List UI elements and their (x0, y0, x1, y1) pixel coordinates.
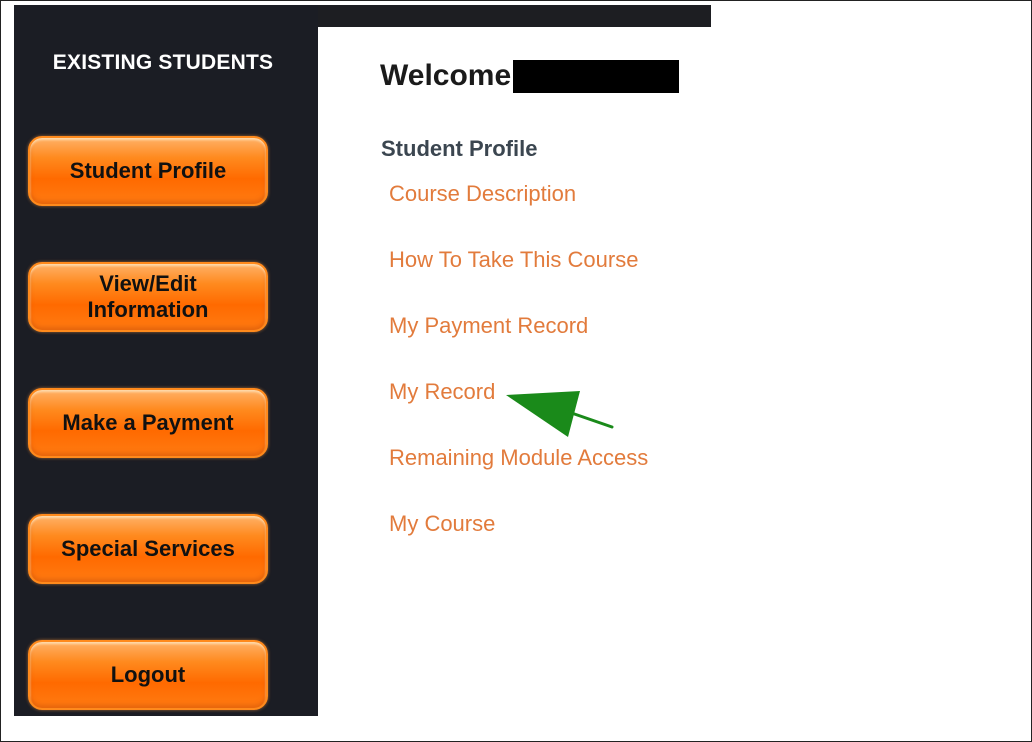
special-services-button-label: Special Services (61, 536, 235, 561)
sidebar: EXISTING STUDENTS Student Profile View/E… (14, 5, 318, 716)
list-item: My Course (389, 511, 648, 577)
welcome-heading: Welcome (380, 59, 512, 92)
view-edit-information-button[interactable]: View/Edit Information (28, 262, 268, 332)
special-services-button[interactable]: Special Services (28, 514, 268, 584)
redacted-name-block (513, 59, 680, 93)
section-title: Student Profile (381, 136, 538, 161)
how-to-take-this-course-link[interactable]: How To Take This Course (389, 247, 638, 272)
make-a-payment-button[interactable]: Make a Payment (28, 388, 268, 458)
student-profile-button[interactable]: Student Profile (28, 136, 268, 206)
view-edit-information-button-label: View/Edit Information (87, 271, 209, 322)
list-item: Remaining Module Access (389, 445, 648, 511)
profile-links-list: Course Description How To Take This Cour… (389, 181, 648, 577)
main-content: Welcome Student Profile Course Descripti… (318, 27, 711, 716)
list-item: My Payment Record (389, 313, 648, 379)
make-a-payment-button-label: Make a Payment (62, 410, 234, 435)
remaining-module-access-link[interactable]: Remaining Module Access (389, 445, 648, 470)
logout-button-label: Logout (110, 662, 186, 687)
student-profile-button-label: Student Profile (69, 158, 227, 183)
course-description-link[interactable]: Course Description (389, 181, 576, 206)
my-payment-record-link[interactable]: My Payment Record (389, 313, 588, 338)
list-item: How To Take This Course (389, 247, 648, 313)
list-item: Course Description (389, 181, 648, 247)
welcome-row: Welcome (380, 59, 680, 93)
logout-button[interactable]: Logout (28, 640, 268, 710)
green-arrow-icon (506, 391, 614, 437)
sidebar-heading: EXISTING STUDENTS (52, 51, 274, 74)
my-course-link[interactable]: My Course (389, 511, 495, 536)
my-record-link[interactable]: My Record (389, 379, 495, 404)
